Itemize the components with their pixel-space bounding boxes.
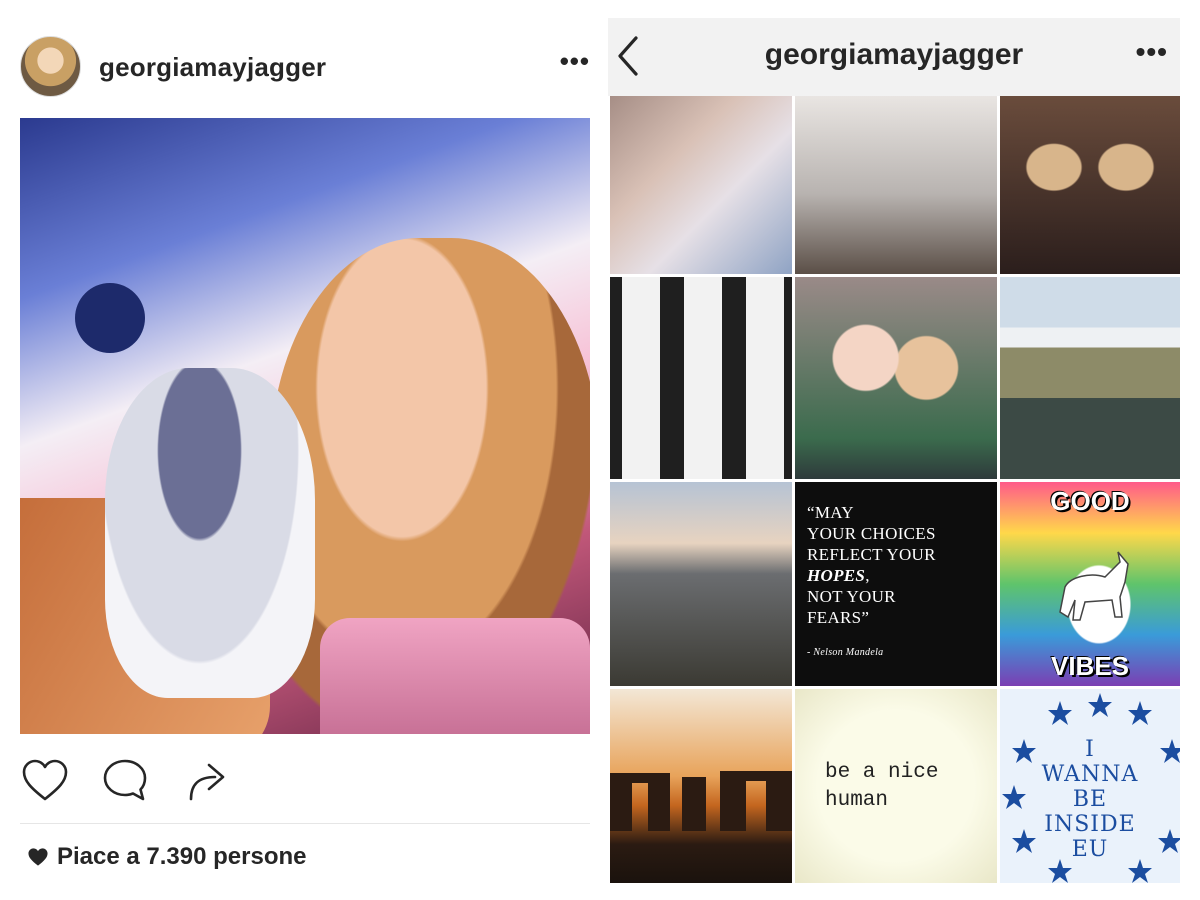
quote-emphasis: HOPES xyxy=(807,566,866,585)
vibes-top-text: GOOD xyxy=(1050,486,1130,516)
divider xyxy=(20,823,590,824)
grid-text-post[interactable]: be a nice human xyxy=(795,689,997,883)
eu-line: EU xyxy=(1071,837,1109,862)
heart-filled-icon xyxy=(28,848,48,866)
eu-line: BE xyxy=(1072,787,1108,812)
nice-human-text: be a nice human xyxy=(825,759,938,815)
post-header: georgiamayjagger ••• xyxy=(20,36,590,98)
quote-line: FEARS” xyxy=(807,608,870,627)
grid-eu-post[interactable]: I WANNA BE INSIDE EU xyxy=(1000,689,1180,883)
more-options-icon[interactable]: ••• xyxy=(560,46,590,77)
profile-username: georgiamayjagger xyxy=(764,38,1024,71)
quote-line: NOT YOUR xyxy=(807,587,896,606)
grid-photo[interactable] xyxy=(610,96,792,274)
grid-quote-post[interactable]: “MAY YOUR CHOICES REFLECT YOUR HOPES, NO… xyxy=(795,482,997,686)
likes-count[interactable]: Piace a 7.390 persone xyxy=(27,843,307,871)
post-username[interactable]: georgiamayjagger xyxy=(99,52,326,83)
profile-panel: georgiamayjagger ••• “MAY YOUR CHOICES R… xyxy=(608,18,1180,883)
photo-cat xyxy=(105,368,315,698)
grid-photo[interactable] xyxy=(1000,277,1180,479)
post-actions xyxy=(20,755,590,805)
eu-text: I WANNA BE INSIDE EU xyxy=(1000,737,1180,862)
quote-author: - Nelson Mandela xyxy=(807,647,884,658)
quote-line: YOUR CHOICES xyxy=(807,524,936,543)
quote-line: REFLECT YOUR xyxy=(807,545,936,564)
stonehenge-silhouette xyxy=(610,771,792,831)
post-photo[interactable] xyxy=(20,118,590,734)
eu-line: I xyxy=(1085,737,1095,762)
comment-icon[interactable] xyxy=(100,755,150,805)
photo-grid: “MAY YOUR CHOICES REFLECT YOUR HOPES, NO… xyxy=(610,96,1180,883)
unicorn-icon xyxy=(1059,551,1129,621)
heart-icon[interactable] xyxy=(20,755,70,805)
post-panel: georgiamayjagger ••• Piace a 7.390 perso… xyxy=(0,0,605,900)
stage-light xyxy=(75,283,145,353)
more-options-icon[interactable]: ••• xyxy=(1136,36,1168,68)
nice-line: human xyxy=(825,789,889,812)
eu-line: WANNA xyxy=(1041,762,1139,787)
grid-photo[interactable] xyxy=(795,277,997,479)
grid-photo[interactable] xyxy=(795,96,997,274)
share-icon[interactable] xyxy=(182,755,232,805)
photo-dress xyxy=(320,618,590,734)
grid-photo[interactable] xyxy=(1000,96,1180,274)
grid-photo[interactable] xyxy=(610,689,792,883)
quote-text: “MAY YOUR CHOICES REFLECT YOUR HOPES, NO… xyxy=(807,502,989,663)
grid-photo[interactable] xyxy=(610,277,792,479)
quote-line: “MAY xyxy=(807,503,854,522)
quote-punct: , xyxy=(865,566,870,585)
grid-unicorn-post[interactable]: GOOD VIBES xyxy=(1000,482,1180,686)
likes-text: Piace a 7.390 persone xyxy=(57,843,307,870)
nice-line: be a nice xyxy=(825,761,939,784)
vibes-bottom-text: VIBES xyxy=(1050,651,1130,681)
eu-line: INSIDE xyxy=(1044,812,1136,837)
grid-photo[interactable] xyxy=(610,482,792,686)
quote-line: HOPES, xyxy=(807,565,989,586)
avatar[interactable] xyxy=(20,36,81,97)
profile-topbar: georgiamayjagger ••• xyxy=(608,18,1180,96)
